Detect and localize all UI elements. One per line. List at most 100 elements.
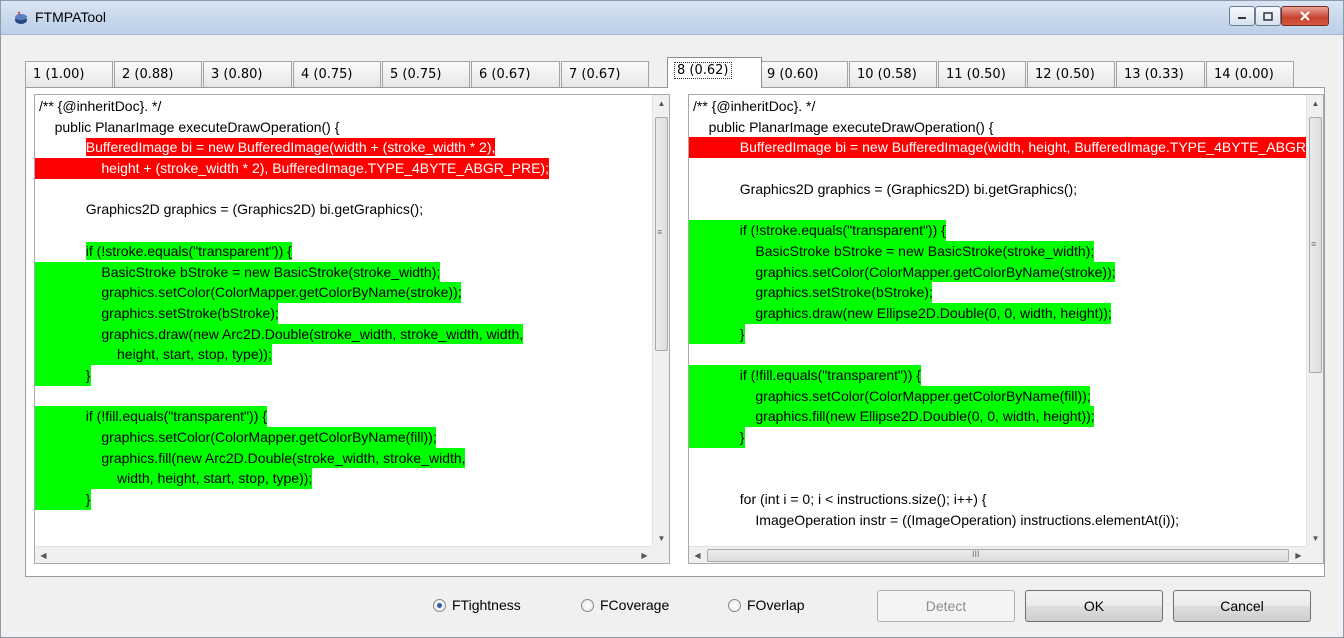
tab-10[interactable]: 10 (0.58) [849, 61, 937, 87]
scroll-thumb[interactable] [707, 549, 1289, 562]
tab-6[interactable]: 6 (0.67) [471, 61, 560, 87]
close-button[interactable] [1281, 6, 1329, 26]
code-text: BufferedImage bi = new BufferedImage(wid… [85, 138, 496, 157]
code-line: graphics.setColor(ColorMapper.getColorBy… [689, 261, 1307, 283]
radio-foverlap[interactable]: FOverlap [728, 597, 805, 613]
code-text: graphics.draw(new Ellipse2D.Double(0, 0,… [755, 304, 1112, 321]
tab-label: 13 (0.33) [1124, 67, 1184, 82]
code-text: graphics.setStroke(bStroke); [755, 284, 933, 301]
tab-bar: 1 (1.00) 2 (0.88) 3 (0.80) 4 (0.75) 5 (0.75)… [25, 57, 1325, 88]
tab-label: 10 (0.58) [857, 67, 917, 82]
tab-8[interactable]: 8 (0.62) [667, 57, 762, 88]
scroll-corner [1306, 546, 1323, 563]
code-text: Graphics2D graphics = (Graphics2D) bi.ge… [85, 201, 424, 218]
code-text: if (!fill.equals("transparent")) { [739, 366, 921, 383]
code-line: if (!stroke.equals("transparent")) { [35, 241, 653, 262]
cancel-button[interactable]: Cancel [1173, 590, 1311, 622]
code-text: } [739, 429, 745, 445]
tab-13[interactable]: 13 (0.33) [1116, 61, 1205, 87]
right-code-pane[interactable]: /** {@inheritDoc}. */ public PlanarImage … [688, 94, 1324, 564]
code-line: height + (stroke_width * 2), BufferedIma… [35, 158, 653, 179]
code-text: if (!stroke.equals("transparent")) { [739, 222, 946, 239]
tab-7[interactable]: 7 (0.67) [561, 61, 649, 87]
code-text: graphics.setColor(ColorMapper.getColorBy… [755, 263, 1116, 280]
code-text: public PlanarImage executeDrawOperation(… [54, 118, 340, 135]
scroll-down-icon[interactable]: ▼ [653, 530, 669, 547]
highlight-block [689, 323, 745, 345]
tab-5[interactable]: 5 (0.75) [382, 61, 470, 87]
scroll-up-icon[interactable]: ▲ [1307, 95, 1323, 112]
radio-label: FOverlap [747, 597, 805, 613]
code-line: graphics.fill(new Ellipse2D.Double(0, 0,… [689, 406, 1307, 427]
tab-2[interactable]: 2 (0.88) [114, 61, 202, 87]
code-text: } [85, 366, 91, 383]
maximize-button[interactable] [1255, 6, 1281, 26]
tab-label: 4 (0.75) [301, 67, 353, 82]
detect-button[interactable]: Detect [877, 590, 1015, 622]
right-vertical-scrollbar[interactable]: ▲ ≡ ▼ [1306, 95, 1323, 547]
code-text: Graphics2D graphics = (Graphics2D) bi.ge… [739, 180, 1078, 197]
code-line: if (!stroke.equals("transparent")) { [689, 220, 1307, 241]
code-line: BasicStroke bStroke = new BasicStroke(st… [689, 240, 1307, 262]
tab-1[interactable]: 1 (1.00) [25, 61, 113, 87]
code-text: ImageOperation instr = ((ImageOperation)… [755, 511, 1180, 528]
code-line: } [689, 323, 1307, 345]
code-line: } [35, 489, 653, 510]
code-text: graphics.draw(new Arc2D.Double(stroke_wi… [101, 325, 524, 342]
scroll-right-icon[interactable]: ▶ [636, 547, 653, 563]
tab-3[interactable]: 3 (0.80) [203, 61, 292, 87]
tab-14[interactable]: 14 (0.00) [1206, 61, 1294, 87]
radio-label: FTightness [452, 597, 521, 613]
radio-unselected-icon[interactable] [728, 598, 741, 612]
tab-11[interactable]: 11 (0.50) [938, 61, 1026, 87]
tab-label: 5 (0.75) [390, 67, 442, 82]
left-horizontal-scrollbar[interactable]: ◀ ▶ [35, 546, 653, 563]
radio-ftightness[interactable]: FTightness [433, 597, 521, 613]
code-line: graphics.setStroke(bStroke); [689, 282, 1307, 303]
code-text: graphics.setStroke(bStroke); [101, 304, 279, 321]
right-code-text[interactable]: /** {@inheritDoc}. */ public PlanarImage … [689, 95, 1307, 547]
highlight-block [689, 427, 745, 448]
highlight-block [35, 364, 91, 386]
code-line: graphics.draw(new Arc2D.Double(stroke_wi… [35, 323, 653, 345]
scroll-left-icon[interactable]: ◀ [35, 547, 52, 563]
scroll-down-icon[interactable]: ▼ [1307, 530, 1323, 547]
code-line: graphics.setColor(ColorMapper.getColorBy… [35, 282, 653, 303]
code-text: graphics.fill(new Arc2D.Double(stroke_wi… [101, 449, 466, 466]
code-text: if (!stroke.equals("transparent")) { [85, 241, 292, 260]
right-horizontal-scrollbar[interactable]: ◀ III ▶ [689, 546, 1307, 563]
ok-button[interactable]: OK [1025, 590, 1163, 622]
radio-fcoverage[interactable]: FCoverage [581, 597, 669, 613]
scroll-left-icon[interactable]: ◀ [689, 547, 706, 563]
radio-unselected-icon[interactable] [581, 598, 594, 612]
title-bar[interactable]: FTMPATool [1, 1, 1343, 35]
grip-icon: III [972, 549, 980, 559]
tab-label: 1 (1.00) [33, 67, 85, 82]
tab-4[interactable]: 4 (0.75) [293, 61, 381, 87]
tab-label: 8 (0.62) [674, 62, 732, 79]
tab-9[interactable]: 9 (0.60) [759, 61, 848, 87]
code-line: graphics.draw(new Ellipse2D.Double(0, 0,… [689, 302, 1307, 324]
code-text: BufferedImage bi = new BufferedImage(wid… [739, 139, 1307, 156]
tab-label: 12 (0.50) [1035, 67, 1095, 82]
java-cup-icon [15, 11, 27, 24]
minimize-button[interactable] [1229, 6, 1255, 26]
left-vertical-scrollbar[interactable]: ▲ ≡ ▼ [652, 95, 669, 547]
tab-12[interactable]: 12 (0.50) [1027, 61, 1115, 87]
code-text: } [85, 491, 91, 508]
tab-label: 9 (0.60) [767, 67, 819, 82]
radio-selected-icon[interactable] [433, 598, 446, 612]
code-line: BufferedImage bi = new BufferedImage(wid… [689, 137, 1307, 159]
code-line: } [689, 427, 1307, 448]
code-text: graphics.fill(new Ellipse2D.Double(0, 0,… [755, 408, 1095, 425]
scroll-up-icon[interactable]: ▲ [653, 95, 669, 112]
left-code-text[interactable]: /** {@inheritDoc}. */ public PlanarImage … [35, 95, 653, 547]
scroll-right-icon[interactable]: ▶ [1290, 547, 1307, 563]
tab-label: 3 (0.80) [211, 67, 263, 82]
left-code-pane[interactable]: /** {@inheritDoc}. */ public PlanarImage … [34, 94, 670, 564]
code-line: Graphics2D graphics = (Graphics2D) bi.ge… [689, 179, 1307, 200]
code-line: } [35, 364, 653, 386]
code-text: /** {@inheritDoc}. */ [39, 98, 162, 114]
